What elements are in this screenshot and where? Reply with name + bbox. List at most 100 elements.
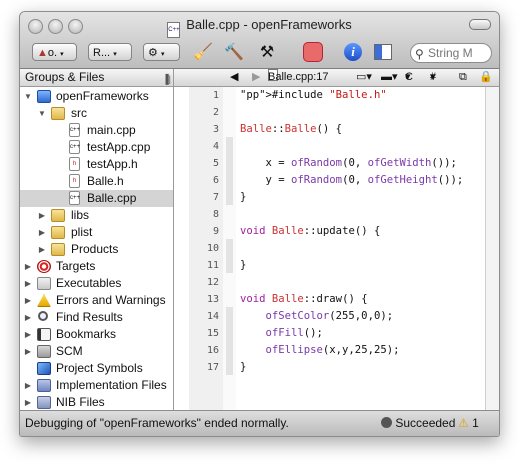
target-icon xyxy=(37,260,51,273)
tree-item-testapp-h[interactable]: h testApp.h xyxy=(20,156,173,173)
h-file-icon: h xyxy=(69,174,80,188)
window-title: C++ Balle.cpp - openFrameworks xyxy=(20,17,499,38)
disclosure-closed-icon[interactable]: ▶ xyxy=(24,292,32,309)
implementation-icon xyxy=(37,379,51,392)
warning-count[interactable]: ⚠ 1 xyxy=(458,411,479,435)
class-popup[interactable]: C ▾ xyxy=(405,69,413,86)
tree-item-testapp-cpp[interactable]: c++ testApp.cpp xyxy=(20,139,173,156)
code-line[interactable]: } xyxy=(240,361,246,373)
scm-icon xyxy=(37,345,51,358)
title-toolbar: C++ Balle.cpp - openFrameworks ▲o. ▾ R...… xyxy=(20,12,499,69)
tree-item-bookmarks[interactable]: ▶ Bookmarks xyxy=(20,326,173,343)
tree-item-project-symbols[interactable]: Project Symbols xyxy=(20,360,173,377)
bookmark-popup[interactable]: ▬▾ xyxy=(381,69,398,86)
forward-arrow-icon[interactable]: ▶ xyxy=(252,69,260,86)
toolbar-toggle-button[interactable] xyxy=(469,19,491,30)
disclosure-closed-icon[interactable]: ▶ xyxy=(38,224,46,241)
line-number: 5 xyxy=(212,158,219,169)
disclosure-closed-icon[interactable]: ▶ xyxy=(38,207,46,224)
line-number: 16 xyxy=(206,345,219,356)
hammer-run-icon[interactable]: ⚒ xyxy=(256,40,278,64)
line-number: 1 xyxy=(212,90,219,101)
config-icon: ▲ xyxy=(37,47,48,59)
tree-item-implementation-files[interactable]: ▶ Implementation Files xyxy=(20,377,173,394)
disclosure-closed-icon[interactable]: ▶ xyxy=(24,275,32,292)
counterpart-icon[interactable]: ⧉ xyxy=(459,69,467,86)
action-popup[interactable]: ⚙ ▾ xyxy=(143,43,180,61)
disclosure-closed-icon[interactable]: ▶ xyxy=(24,343,32,360)
line-number: 10 xyxy=(206,243,219,254)
line-number: 6 xyxy=(212,175,219,186)
broom-icon[interactable]: 🧹 xyxy=(192,40,214,64)
disclosure-closed-icon[interactable]: ▶ xyxy=(38,241,46,258)
tree-item-main-cpp[interactable]: c++ main.cpp xyxy=(20,122,173,139)
info-icon[interactable]: i xyxy=(342,40,364,64)
cube-icon xyxy=(37,362,51,375)
groups-files-sidebar: Groups & Files ▐| ▼ openFrameworks ▼ src… xyxy=(20,69,174,410)
tree-item-balle-h[interactable]: h Balle.h xyxy=(20,173,173,190)
tree-item-src[interactable]: ▼ src xyxy=(20,105,173,122)
search-icon xyxy=(38,311,48,321)
tree-item-libs[interactable]: ▶ libs xyxy=(20,207,173,224)
pragma-popup[interactable]: # ▾ xyxy=(430,69,436,86)
line-number: 4 xyxy=(212,141,219,152)
line-number: 9 xyxy=(212,226,219,237)
fold-block[interactable] xyxy=(226,137,233,205)
code-line[interactable]: x = ofRandom(0, ofGetWidth()); xyxy=(240,157,457,169)
tree-item-nib-files[interactable]: ▶ NIB Files xyxy=(20,394,173,411)
line-number: 15 xyxy=(206,328,219,339)
editor-scroll-strip[interactable] xyxy=(485,87,499,410)
disclosure-closed-icon[interactable]: ▶ xyxy=(24,377,32,394)
line-number: 7 xyxy=(212,192,219,203)
split-editor-icon[interactable] xyxy=(372,40,394,64)
stop-sign-icon[interactable] xyxy=(302,40,324,64)
disclosure-closed-icon[interactable]: ▶ xyxy=(24,394,32,411)
symbol-popup[interactable]: ▭▾ xyxy=(356,69,372,86)
code-line[interactable]: Balle::Balle() { xyxy=(240,123,342,135)
tree-item-find-results[interactable]: ▶ Find Results xyxy=(20,309,173,326)
code-line[interactable]: y = ofRandom(0, ofGetHeight()); xyxy=(240,174,464,186)
chevron-down-icon: ▾ xyxy=(160,51,165,58)
code-editor[interactable]: ◀ ▶ Balle.cpp:17 ▭▾ ▬▾ C ▾ # ▾ ⧉ 🔒 1 "pp">#… xyxy=(174,69,499,410)
tree-item-executables[interactable]: ▶ Executables xyxy=(20,275,173,292)
disclosure-open-icon[interactable]: ▼ xyxy=(24,88,32,105)
tree-item-balle-cpp[interactable]: c++ Balle.cpp xyxy=(20,190,173,207)
code-line[interactable]: ofSetColor(255,0,0); xyxy=(240,310,394,322)
xcode-window: C++ Balle.cpp - openFrameworks ▲o. ▾ R...… xyxy=(19,11,500,437)
back-arrow-icon[interactable]: ◀ xyxy=(230,69,238,86)
line-number: 8 xyxy=(212,209,219,220)
code-line[interactable]: } xyxy=(240,259,246,271)
config-popup[interactable]: ▲o. ▾ xyxy=(32,43,77,61)
tree-item-plist[interactable]: ▶ plist xyxy=(20,224,173,241)
disclosure-closed-icon[interactable]: ▶ xyxy=(24,326,32,343)
run-popup[interactable]: R... ▾ xyxy=(88,43,132,61)
folder-icon xyxy=(51,107,65,120)
disclosure-closed-icon[interactable]: ▶ xyxy=(24,258,32,275)
tree-item-openframeworks[interactable]: ▼ openFrameworks xyxy=(20,88,173,105)
cpp-document-icon: C++ xyxy=(167,22,181,38)
code-line[interactable]: void Balle::update() { xyxy=(240,225,380,237)
cpp-file-icon: c++ xyxy=(69,123,80,137)
disclosure-closed-icon[interactable]: ▶ xyxy=(24,309,32,326)
split-view-icon[interactable]: ▐| xyxy=(162,71,171,88)
tree-item-products[interactable]: ▶ Products xyxy=(20,241,173,258)
hammer-icon[interactable]: 🔨 xyxy=(223,40,245,64)
disclosure-open-icon[interactable]: ▼ xyxy=(38,105,46,122)
code-line[interactable]: ofEllipse(x,y,25,25); xyxy=(240,344,400,356)
code-line[interactable]: "pp">#include "Balle.h" xyxy=(240,89,387,101)
tree-item-scm[interactable]: ▶ SCM xyxy=(20,343,173,360)
executable-icon xyxy=(37,277,51,290)
tree-item-targets[interactable]: ▶ Targets xyxy=(20,258,173,275)
code-line[interactable]: void Balle::draw() { xyxy=(240,293,368,305)
lock-icon[interactable]: 🔒 xyxy=(479,69,493,86)
build-result[interactable]: Succeeded xyxy=(381,411,455,435)
code-line[interactable]: ofFill(); xyxy=(240,327,323,339)
cpp-file-icon: c++ xyxy=(69,191,80,205)
code-line[interactable]: } xyxy=(240,191,246,203)
folder-icon xyxy=(51,226,65,239)
fold-block[interactable] xyxy=(226,239,233,273)
search-field[interactable]: ⚲ String M xyxy=(410,43,492,63)
tree-item-errors-warnings[interactable]: ▶ Errors and Warnings xyxy=(20,292,173,309)
fold-block[interactable] xyxy=(226,307,233,375)
sidebar-header: Groups & Files ▐| xyxy=(20,69,173,87)
